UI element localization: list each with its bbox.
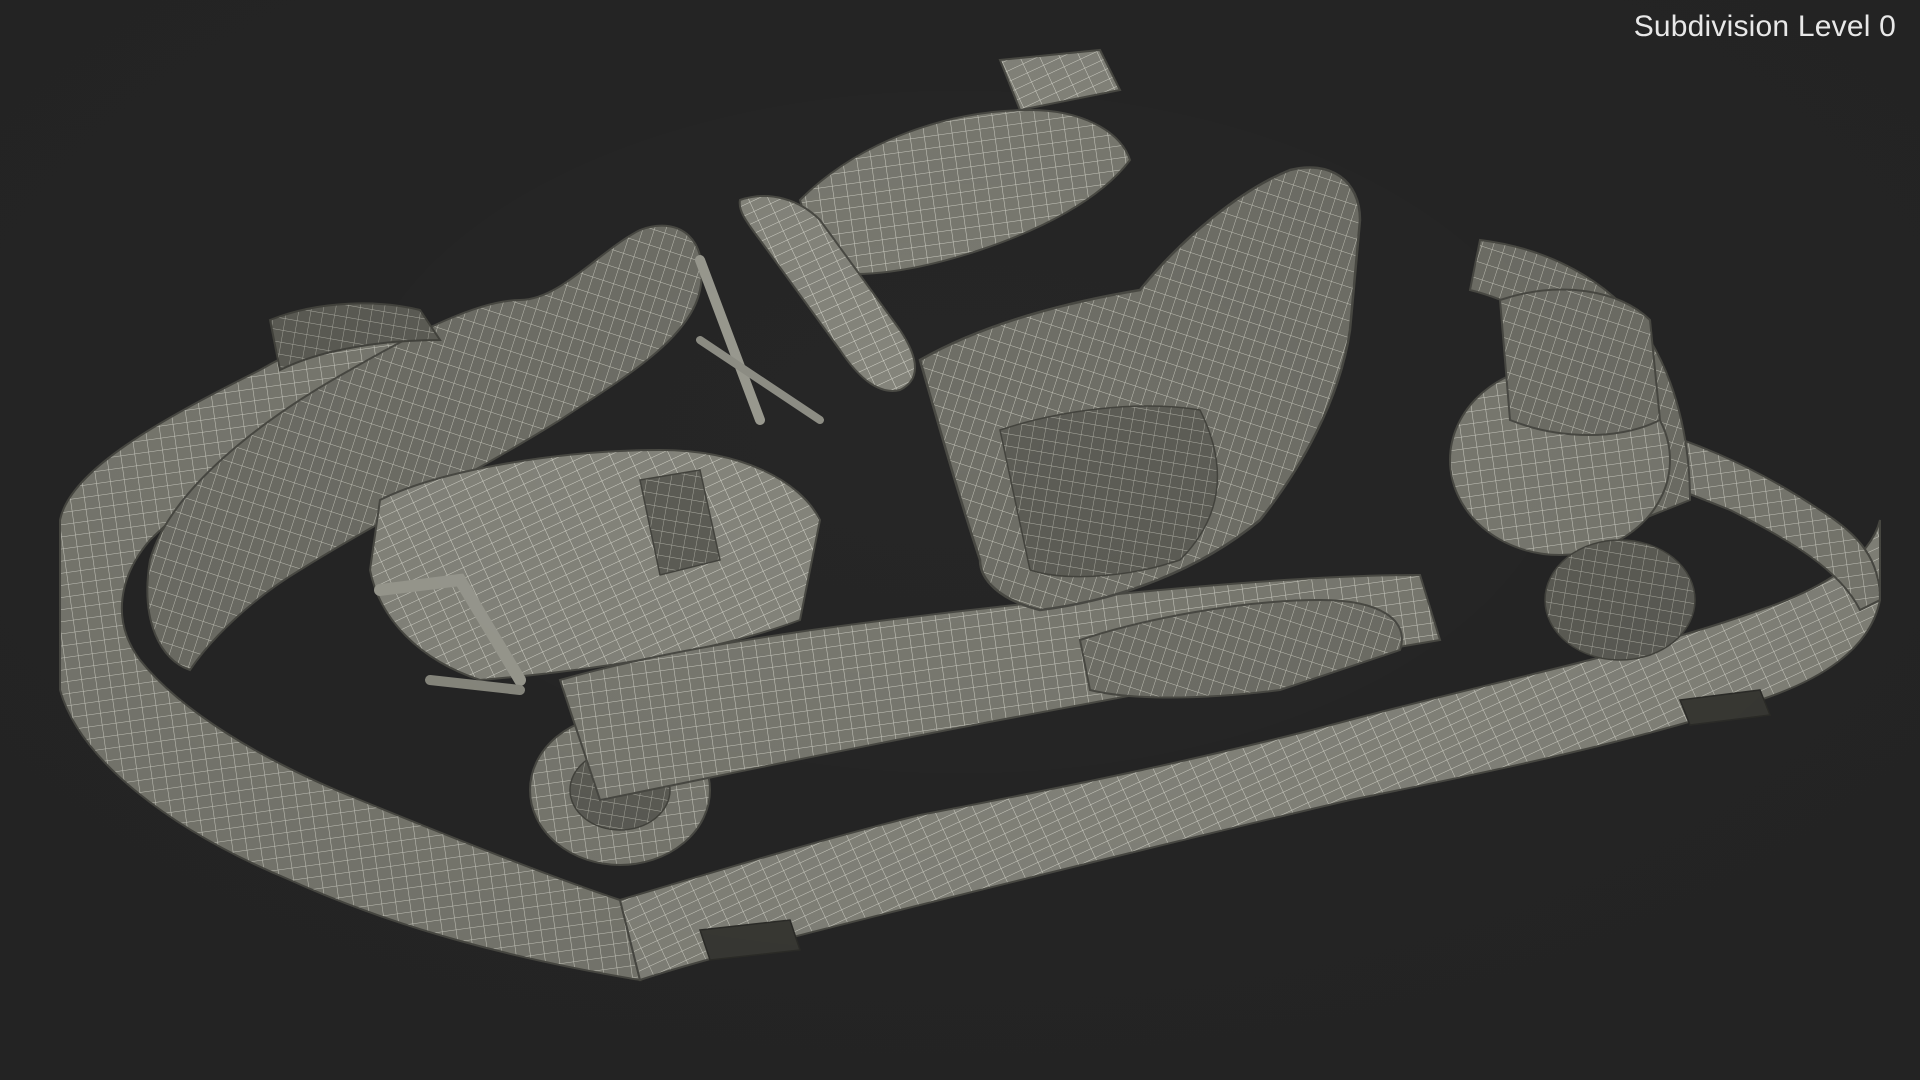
render-viewport: Subdivision Level 0 xyxy=(0,0,1920,1080)
engine-block xyxy=(1498,288,1662,436)
go-kart-wireframe-render xyxy=(0,0,1920,1080)
subdivision-level-label: Subdivision Level 0 xyxy=(1633,10,1896,43)
fuel-tank xyxy=(798,48,1132,275)
